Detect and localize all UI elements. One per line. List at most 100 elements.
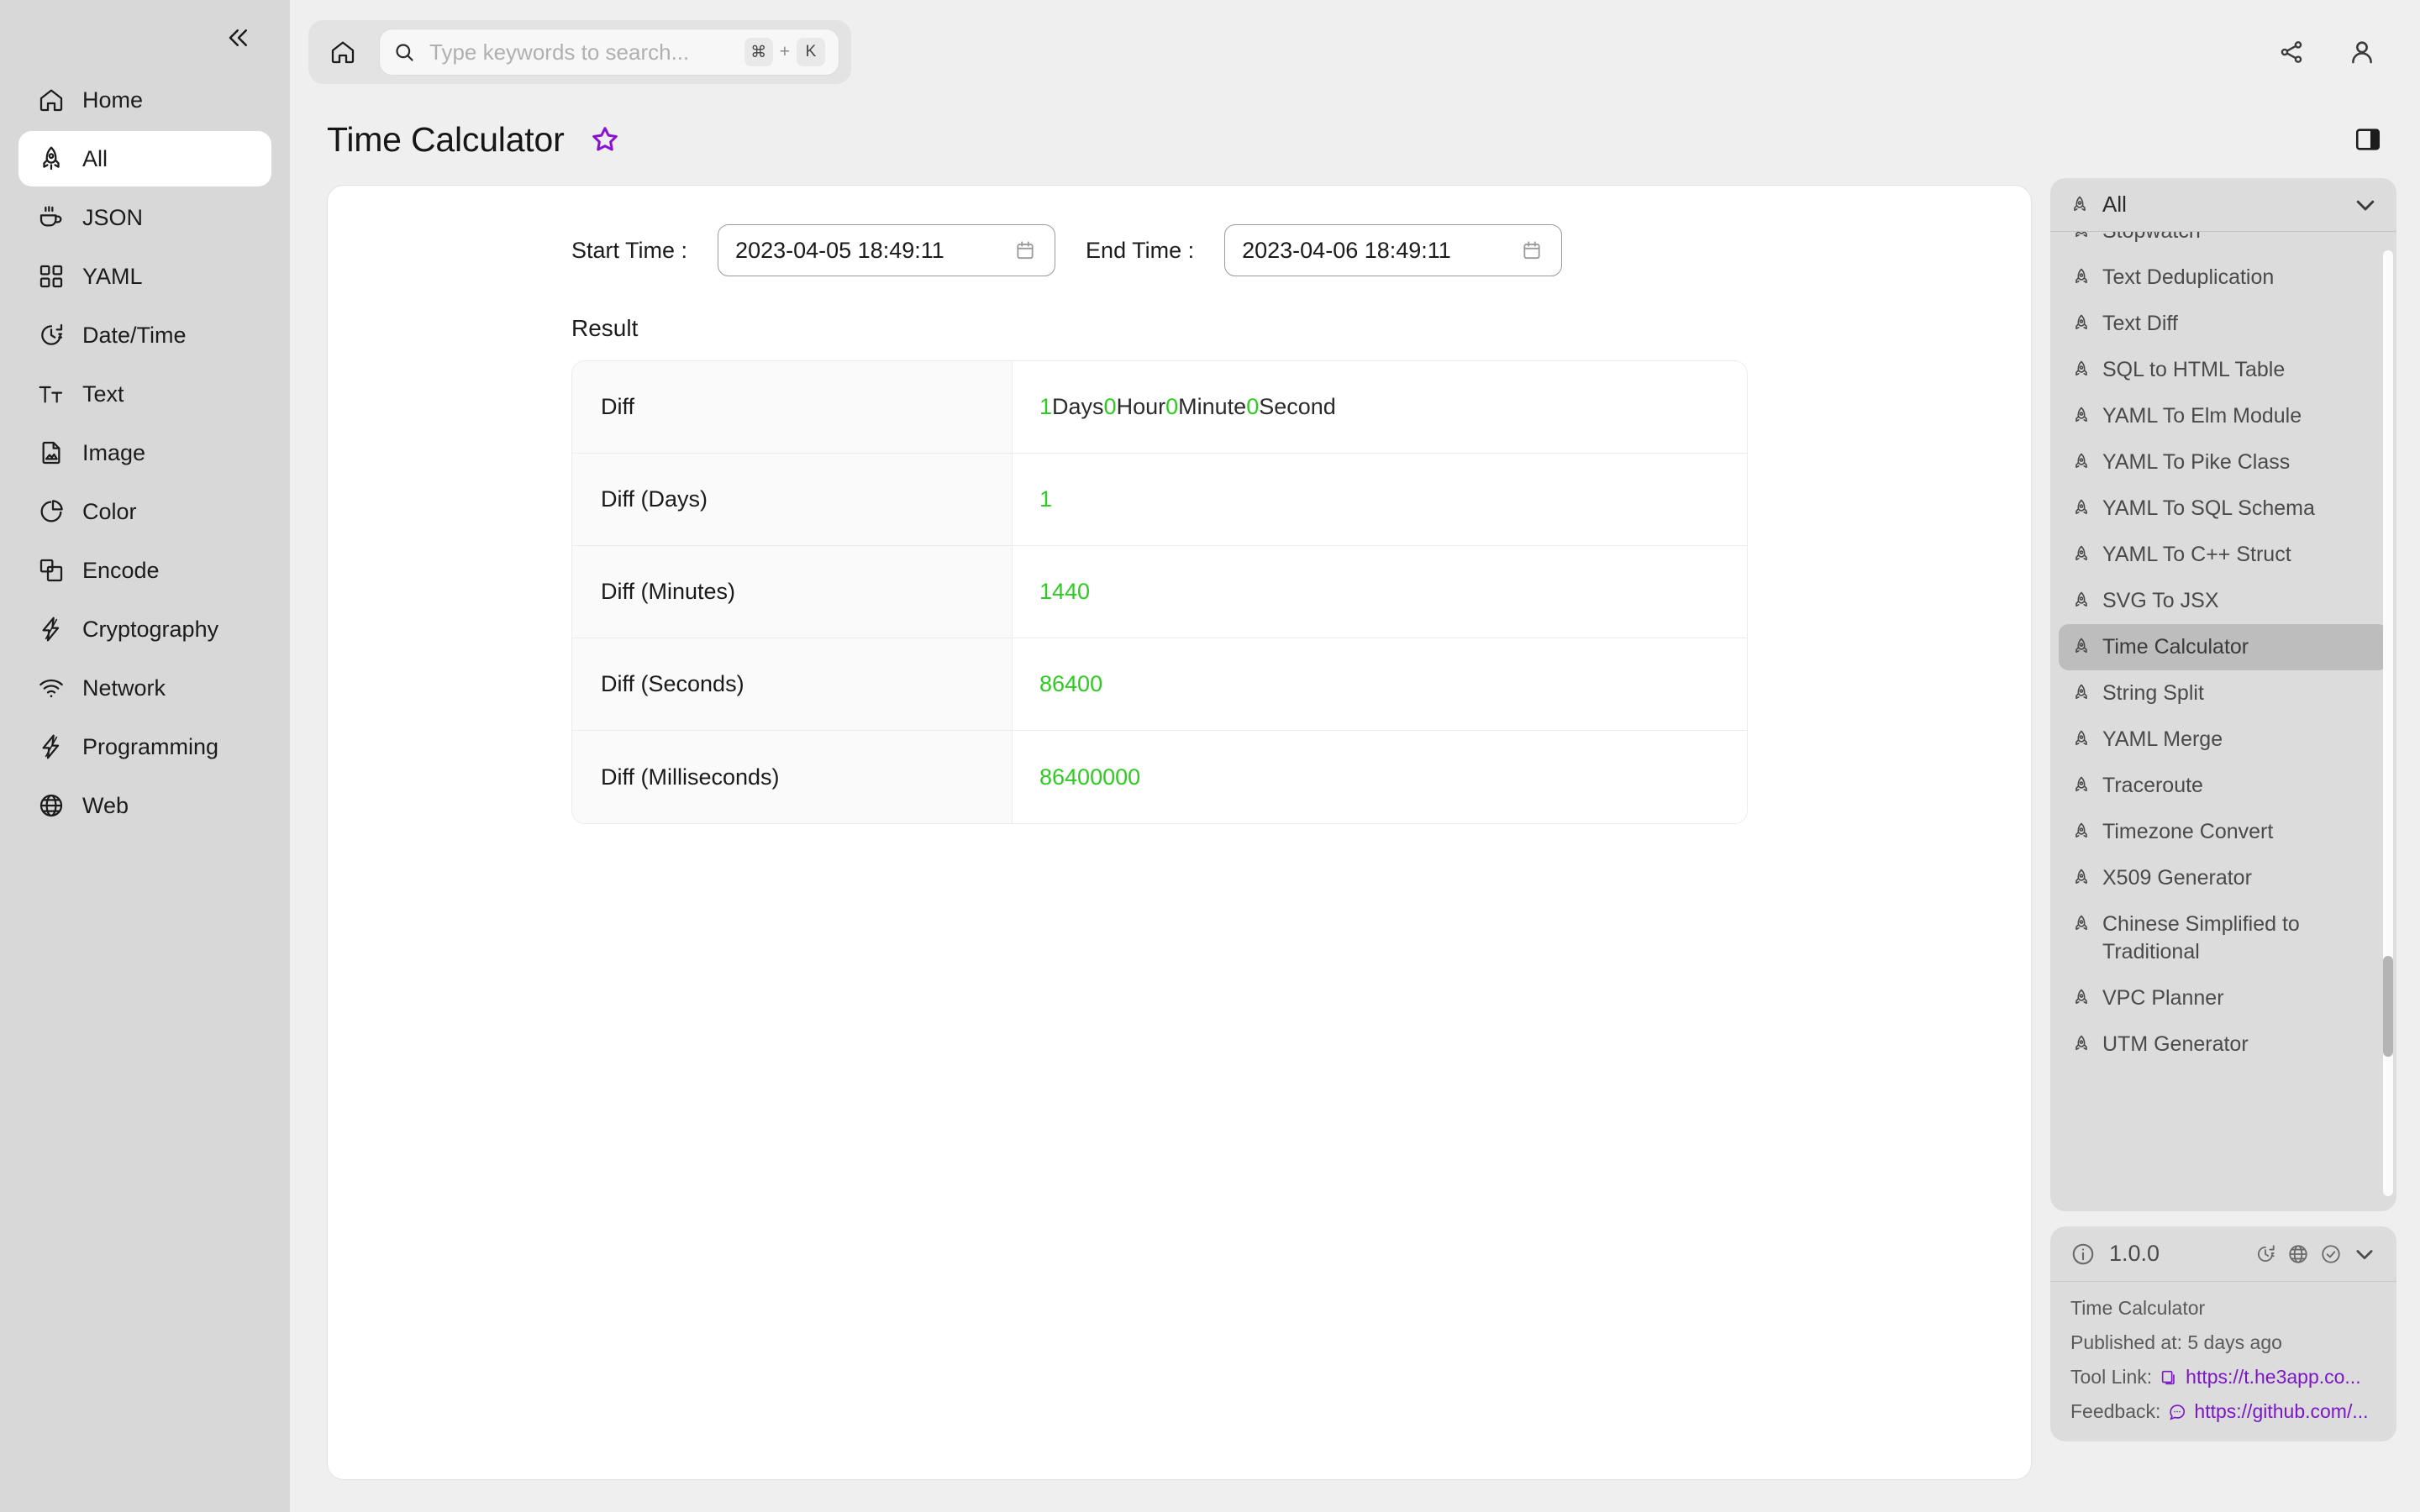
tools-list-scroll-thumb[interactable] [2383,956,2393,1057]
result-row-label: Diff (Minutes) [572,546,1013,638]
tool-list-item[interactable]: VPC Planner [2059,975,2388,1021]
tools-list: Stopwatch Text Deduplication Text Diff SQL … [2050,232,2396,1211]
tool-link-value[interactable]: https://t.he3app.co... [2186,1366,2360,1389]
start-time-input[interactable]: 2023-04-05 18:49:11 [718,224,1056,276]
tool-list-item-label: YAML Merge [2102,727,2223,751]
sidebar-item-json[interactable]: JSON [18,190,271,245]
sidebar-item-encode[interactable]: Encode [18,543,271,598]
text-tt-icon [37,380,66,408]
sidebar-item-color[interactable]: Color [18,484,271,539]
tool-list-item[interactable]: Timezone Convert [2059,809,2388,855]
check-circle-icon[interactable] [2320,1243,2342,1265]
result-unit: Second [1259,394,1336,419]
tool-list-item[interactable]: Stopwatch [2059,232,2388,255]
sidebar-nav: Home All JSON YAML Date/Time Text Image … [0,72,290,833]
sidebar-item-label: Web [82,792,129,818]
home-icon [37,86,66,114]
copy-icon[interactable] [2159,1368,2179,1388]
user-account-icon[interactable] [2341,31,2383,73]
tool-list-item[interactable]: Text Deduplication [2059,255,2388,301]
rocket-icon [2070,984,2092,1011]
kbd-plus: + [779,42,790,61]
start-time-label: Start Time : [571,237,688,263]
info-feedback-row: Feedback: https://github.com/... [2070,1400,2376,1423]
calendar-icon[interactable] [1519,238,1544,263]
globe-icon [37,791,66,820]
sidebar-item-yaml[interactable]: YAML [18,249,271,304]
sidebar-item-home[interactable]: Home [18,72,271,128]
sidebar-item-image[interactable]: Image [18,425,271,480]
tool-list-item[interactable]: Text Diff [2059,301,2388,347]
share-icon[interactable] [2270,31,2312,73]
tool-list-item[interactable]: YAML To Elm Module [2059,393,2388,439]
calendar-icon[interactable] [1013,238,1038,263]
start-time-value: 2023-04-05 18:49:11 [735,237,944,263]
search-icon [393,41,416,64]
chevron-down-icon[interactable] [2353,1242,2376,1266]
tool-list-item[interactable]: YAML To Pike Class [2059,439,2388,486]
rocket-icon [2070,1031,2092,1058]
info-tool-link-row: Tool Link: https://t.he3app.co... [2070,1366,2376,1389]
sidebar-item-network[interactable]: Network [18,660,271,716]
wifi-icon [37,674,66,702]
sidebar-item-all[interactable]: All [18,131,271,186]
comment-icon[interactable] [2167,1402,2187,1422]
tool-list-item[interactable]: X509 Generator [2059,855,2388,901]
tools-filter-dropdown[interactable]: All [2050,178,2396,232]
end-time-input[interactable]: 2023-04-06 18:49:11 [1224,224,1563,276]
result-row-label: Diff (Milliseconds) [572,731,1013,823]
tool-list-item-label: String Split [2102,681,2204,705]
feedback-link-value[interactable]: https://github.com/... [2194,1400,2368,1423]
sidebar-item-text[interactable]: Text [18,366,271,422]
table-row: Diff (Milliseconds) 86400000 [572,731,1747,823]
result-row-value: 1440 [1013,546,1747,638]
rocket-icon [2070,495,2092,522]
clock-arrow-icon[interactable] [2254,1243,2276,1265]
grid-squares-icon [37,262,66,291]
sidebar-item-label: Text [82,381,124,407]
search-box[interactable]: ⌘ + K [379,29,839,76]
tool-list-item-label: Text Diff [2102,312,2178,335]
tool-list-item[interactable]: Traceroute [2059,763,2388,809]
result-unit: Days [1052,394,1104,419]
star-outline-icon[interactable] [587,121,623,158]
tool-list-item[interactable]: YAML Merge [2059,717,2388,763]
tool-list-item[interactable]: Chinese Simplified to Traditional [2059,901,2388,975]
rocket-icon [2070,818,2092,845]
tool-list-item[interactable]: UTM Generator [2059,1021,2388,1068]
tool-list-item-label: VPC Planner [2102,986,2224,1010]
tool-list-item-label: X509 Generator [2102,866,2252,890]
result-table: Diff 1 Days 0 Hour 0 Minute 0 Second Diff … [571,360,1748,824]
rocket-icon [2070,772,2092,799]
result-number: 1440 [1039,579,1091,604]
rocket-icon [2070,232,2092,244]
tools-panel: All Stopwatch Text Deduplication Text Diff… [2050,178,2396,1211]
tool-list-item[interactable]: Time Calculator [2059,624,2388,670]
sidebar-item-programming[interactable]: Programming [18,719,271,774]
rocket-icon [2070,449,2092,475]
result-number: 1 [1039,394,1053,419]
sidebar-item-web[interactable]: Web [18,778,271,833]
tool-list-item[interactable]: SQL to HTML Table [2059,347,2388,393]
tool-list-item[interactable]: YAML To C++ Struct [2059,532,2388,578]
home-icon[interactable] [320,29,366,75]
rocket-icon [2070,356,2092,383]
chevron-double-left-icon[interactable] [219,18,258,57]
search-input[interactable] [429,39,731,66]
tool-list-item-label: Timezone Convert [2102,820,2274,843]
result-row-value: 86400000 [1013,731,1747,823]
tool-list-item-label: Time Calculator [2102,635,2249,659]
rocket-icon [2070,680,2092,706]
globe-icon[interactable] [2287,1243,2309,1265]
right-panel-toggle-icon[interactable] [2349,121,2386,158]
right-rail: All Stopwatch Text Deduplication Text Diff… [2050,175,2420,1512]
info-published: Published at: 5 days ago [2070,1331,2282,1353]
sidebar-item-cryptography[interactable]: Cryptography [18,601,271,657]
tool-list-item[interactable]: String Split [2059,670,2388,717]
chevron-down-icon[interactable] [2353,192,2378,218]
tools-list-scrollbar[interactable] [2383,250,2393,1196]
tool-list-item[interactable]: SVG To JSX [2059,578,2388,624]
sidebar-item-date-time[interactable]: Date/Time [18,307,271,363]
tool-list-item[interactable]: YAML To SQL Schema [2059,486,2388,532]
rocket-icon [2069,192,2091,218]
